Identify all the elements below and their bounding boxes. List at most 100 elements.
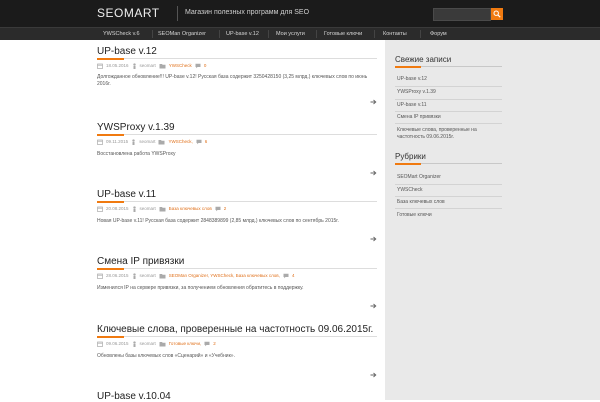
post-author[interactable]: seomart — [140, 273, 156, 278]
folder-icon — [159, 206, 166, 211]
sidebar-category-item[interactable]: SEOMart Organizer — [397, 174, 502, 181]
post-title[interactable]: UP-base v.12 — [97, 46, 157, 57]
sidebar-divider — [395, 208, 502, 209]
post-author[interactable]: seomart — [140, 206, 156, 211]
post-title[interactable]: YWSProxy v.1.39 — [97, 122, 175, 133]
post-categories[interactable]: YWSCheck — [169, 63, 192, 68]
post-excerpt: Долгожданное обновление!!! UP-base v.12!… — [97, 74, 368, 87]
post-comment-count[interactable]: 2 — [224, 206, 227, 211]
post-categories[interactable]: База ключевых слов — [169, 206, 212, 211]
calendar-icon — [97, 139, 103, 145]
nav-item-forum[interactable]: Форум — [430, 29, 447, 39]
post-title[interactable]: UP-base v.10.04 — [97, 391, 171, 402]
post-title-accent — [97, 134, 124, 136]
sidebar-divider — [395, 196, 502, 197]
post-date: 20.08.2015 — [106, 206, 129, 211]
post-date: 09.06.2015 — [106, 341, 129, 346]
post-title-accent — [97, 201, 124, 203]
site-tagline: Магазин полезных программ для SEO — [185, 9, 310, 16]
user-icon — [132, 340, 136, 347]
nav-item-upbase[interactable]: UP-base v.12 — [226, 29, 259, 39]
post-meta: 20.08.2015 seomart База ключевых слов 2 — [97, 205, 226, 212]
post-title-rule — [97, 201, 377, 202]
post-comment-count[interactable]: 6 — [205, 139, 208, 144]
nav-item-services[interactable]: Мои услуги — [276, 29, 305, 39]
post-title-rule — [97, 134, 377, 135]
post-excerpt: Изменился IP на сервере привязки, за пол… — [97, 285, 304, 291]
read-more-arrow-icon[interactable] — [370, 372, 377, 378]
read-more-arrow-icon[interactable] — [370, 170, 377, 176]
post-comment-count[interactable]: 2 — [213, 341, 216, 346]
user-icon — [132, 138, 135, 145]
sidebar-title-accent — [395, 66, 421, 68]
nav-item-seoman[interactable]: SEOMan Organizer — [158, 29, 206, 39]
post-comment-count[interactable]: 4 — [292, 273, 295, 278]
post-meta: 09.06.2015 seomart Готовые ключи, 2 — [97, 340, 216, 347]
comment-icon — [283, 273, 289, 278]
post-author[interactable]: seomart — [140, 63, 156, 68]
comment-icon — [215, 206, 221, 211]
header-divider — [177, 6, 178, 21]
post-title[interactable]: Ключевые слова, проверенные на частотнос… — [97, 324, 373, 335]
folder-icon — [159, 273, 166, 278]
post-meta: 09.11.2015 seomart YWSCheck, 6 — [97, 138, 207, 145]
post-date: 18.05.2016 — [106, 63, 129, 68]
sidebar-recent-item[interactable]: YWSProxy v.1.39 — [397, 89, 502, 96]
sidebar-divider — [395, 123, 502, 124]
sidebar-title-accent — [395, 163, 421, 165]
calendar-icon — [97, 63, 103, 69]
search-button[interactable] — [491, 8, 503, 20]
search-input[interactable] — [433, 8, 491, 21]
nav-divider — [420, 30, 421, 38]
comment-icon — [204, 341, 210, 346]
post-excerpt: Восстановлена работа YWSProxy — [97, 151, 176, 157]
nav-item-ready-keys[interactable]: Готовые ключи — [324, 29, 362, 39]
post-excerpt: Новая UP-base v.11! Русская база содержи… — [97, 218, 339, 224]
post-meta: 28.06.2015 seomart SEOMan Organizer, YWS… — [97, 272, 294, 279]
sidebar-recent-title: Свежие записи — [395, 55, 452, 64]
sidebar-recent-item[interactable]: Ключевые слова, проверенные на частотнос… — [397, 127, 502, 141]
folder-icon — [159, 341, 166, 346]
nav-item-contacts[interactable]: Контакты — [383, 29, 407, 39]
folder-icon — [158, 139, 165, 144]
site-logo[interactable]: SEOMART — [97, 6, 160, 20]
read-more-arrow-icon[interactable] — [370, 236, 377, 242]
post-comment-count[interactable]: 0 — [204, 63, 207, 68]
calendar-icon — [97, 273, 103, 279]
post-categories[interactable]: YWSCheck, — [168, 139, 192, 144]
nav-divider — [316, 30, 317, 38]
read-more-arrow-icon[interactable] — [370, 99, 377, 105]
nav-divider — [219, 30, 220, 38]
sidebar-category-item[interactable]: YWSCheck — [397, 187, 502, 194]
post-title-accent — [97, 268, 124, 270]
calendar-icon — [97, 341, 103, 347]
post-author[interactable]: seomart — [139, 139, 155, 144]
nav-divider — [152, 30, 153, 38]
sidebar-divider — [395, 86, 502, 87]
nav-item-ywscheck[interactable]: YWSCheck v.6 — [103, 29, 140, 39]
post-title-rule — [97, 58, 377, 59]
post-meta: 18.05.2016 seomart YWSCheck 0 — [97, 62, 206, 69]
sidebar-category-item[interactable]: Готовые ключи — [397, 212, 502, 219]
post-title[interactable]: Смена IP привязки — [97, 256, 184, 267]
post-categories[interactable]: Готовые ключи, — [169, 341, 201, 346]
sidebar-recent-item[interactable]: UP-base v.12 — [397, 76, 502, 83]
nav-divider — [268, 30, 269, 38]
read-more-arrow-icon[interactable] — [370, 303, 377, 309]
sidebar-recent-item[interactable]: UP-base v.11 — [397, 102, 502, 109]
post-date: 09.11.2015 — [106, 139, 129, 144]
post-title-rule — [97, 336, 377, 337]
folder-icon — [159, 63, 166, 68]
post-date: 28.06.2015 — [106, 273, 129, 278]
post-categories[interactable]: SEOMan Organizer, YWSCheck, База ключевы… — [169, 273, 280, 278]
site-header: SEOMART Магазин полезных программ для SE… — [0, 0, 600, 27]
post-title[interactable]: UP-base v.11 — [97, 189, 156, 200]
comment-icon — [196, 139, 202, 144]
sidebar-recent-item[interactable]: Смена IP привязки — [397, 114, 502, 121]
sidebar-category-item[interactable]: База ключевых слов — [397, 199, 502, 206]
comment-icon — [195, 63, 201, 68]
user-icon — [132, 205, 136, 212]
sidebar-divider — [395, 111, 502, 112]
post-author[interactable]: seomart — [140, 341, 156, 346]
sidebar-divider — [395, 184, 502, 185]
